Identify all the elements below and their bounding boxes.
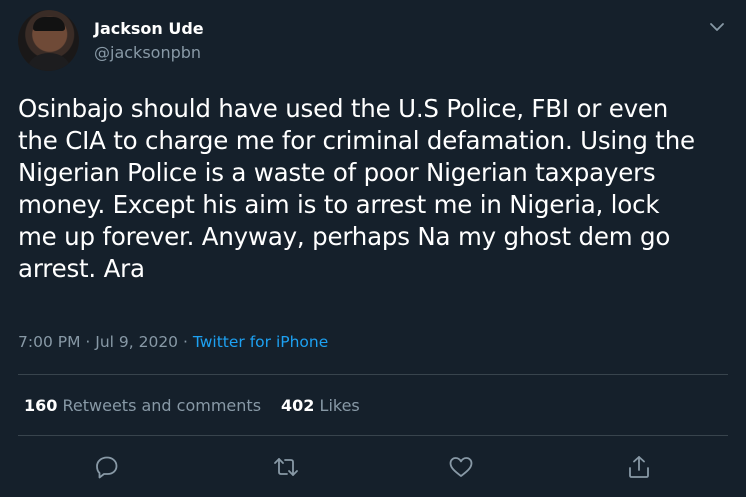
author-name[interactable]: Jackson Ude [94,19,204,38]
retweet-icon[interactable] [272,453,300,481]
tweet-stats: 160 Retweets and comments 402 Likes [24,396,360,415]
tweet-date[interactable]: Jul 9, 2020 [95,333,178,351]
likes-stat[interactable]: 402 Likes [281,396,360,415]
retweets-count: 160 [24,396,58,415]
retweets-label: Retweets and comments [62,396,262,415]
divider [18,435,728,436]
tweet-meta: 7:00 PM · Jul 9, 2020 · Twitter for iPho… [18,333,328,351]
tweet-line: Nigerian Police is a waste of poor Niger… [18,158,656,187]
separator: · [80,333,96,351]
divider [18,374,728,375]
separator: · [178,333,193,351]
tweet-line: money. Except his aim is to arrest me in… [18,190,660,219]
tweet-header: Jackson Ude @jacksonpbn [18,10,733,72]
tweet-line: arrest. Ara [18,254,145,283]
retweets-stat[interactable]: 160 Retweets and comments [24,396,261,415]
action-bar [0,447,746,487]
tweet-time[interactable]: 7:00 PM [18,333,80,351]
reply-icon[interactable] [93,453,121,481]
share-icon[interactable] [625,453,653,481]
heart-icon[interactable] [447,453,475,481]
author-handle[interactable]: @jacksonpbn [94,43,201,62]
tweet-line: Osinbajo should have used the U.S Police… [18,94,669,123]
tweet-text: Osinbajo should have used the U.S Police… [18,93,733,285]
likes-label: Likes [319,396,360,415]
chevron-down-icon[interactable] [706,16,728,38]
tweet-line: the CIA to charge me for criminal defama… [18,126,695,155]
tweet-line: me up forever. Anyway, perhaps Na my gho… [18,222,671,251]
tweet-source-link[interactable]: Twitter for iPhone [193,333,328,351]
likes-count: 402 [281,396,315,415]
avatar[interactable] [18,10,79,71]
